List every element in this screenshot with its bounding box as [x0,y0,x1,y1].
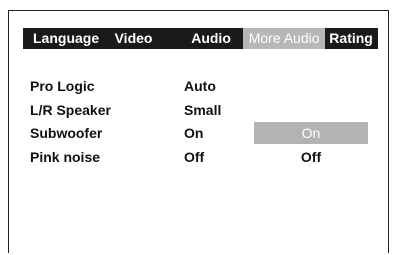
option-on-selected[interactable]: On [254,122,368,144]
menu-tab-bar: Language Video Audio More Audio Rating [23,28,378,49]
tab-audio[interactable]: Audio [164,28,242,49]
tab-rating[interactable]: Rating [325,28,378,49]
setting-value: Auto [184,78,216,94]
setting-label: Pink noise [30,149,101,165]
setting-label: Subwoofer [30,125,103,141]
setting-value: On [184,125,204,141]
tab-more-audio[interactable]: More Audio [242,28,326,49]
option-off[interactable]: Off [254,148,368,166]
tab-language[interactable]: Language [23,28,110,49]
setting-value: Small [184,102,222,118]
setting-label: L/R Speaker [30,102,111,118]
tab-video[interactable]: Video [110,28,165,49]
setting-value: Off [184,149,205,165]
setting-label: Pro Logic [30,78,95,94]
